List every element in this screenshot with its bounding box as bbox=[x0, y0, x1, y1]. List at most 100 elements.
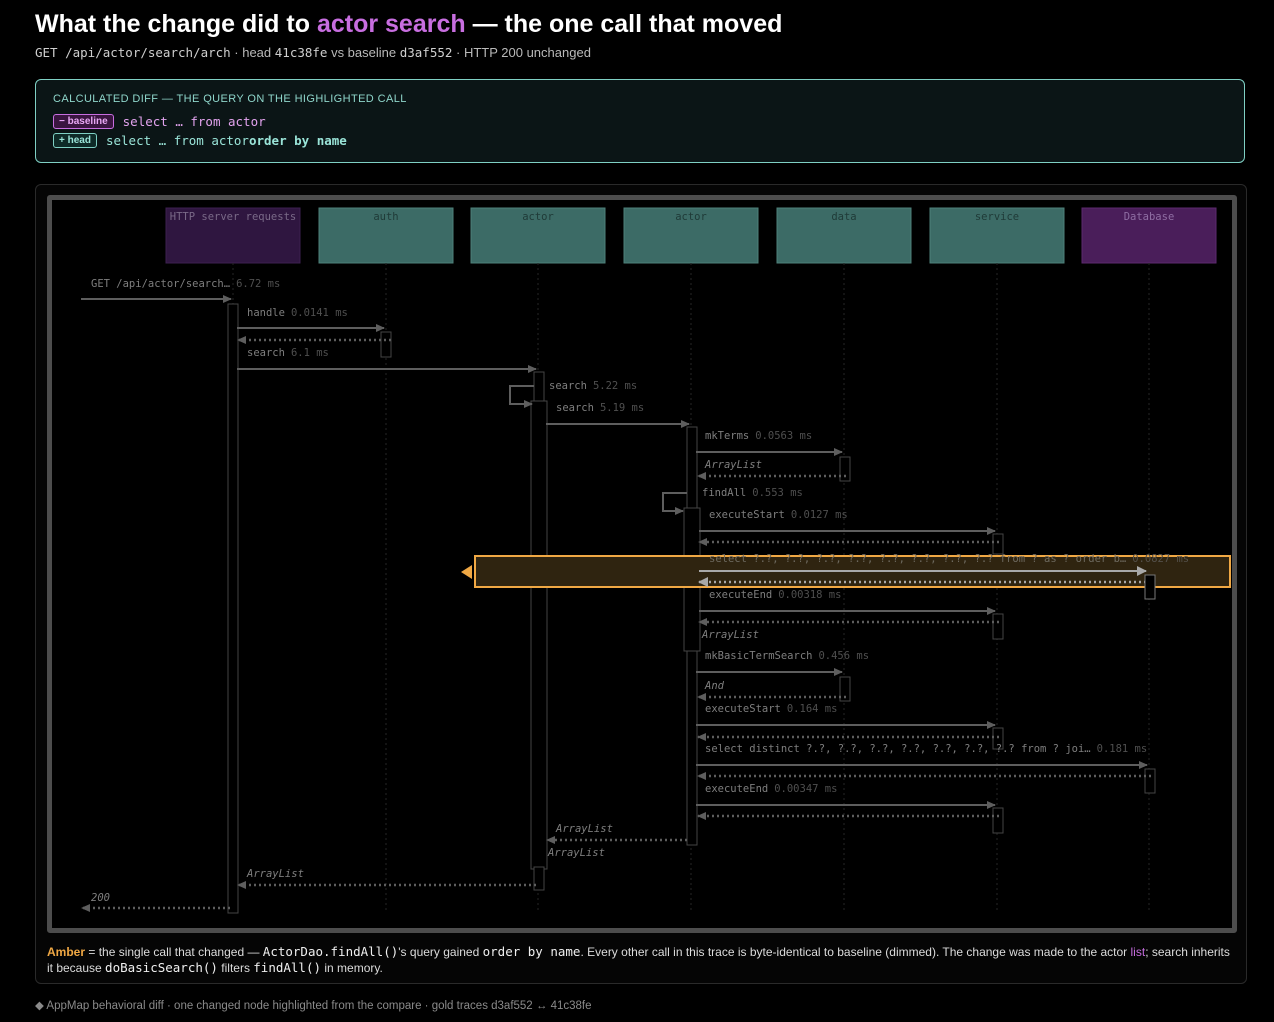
message-name-8: findAll bbox=[702, 487, 746, 499]
message-label-17[interactable]: executeEnd 0.00347 ms bbox=[705, 783, 837, 795]
message-name-12: ArrayList bbox=[701, 629, 759, 641]
diff-heading: CALCULATED DIFF — THE QUERY ON THE HIGHL… bbox=[53, 93, 407, 105]
lifeline-label-3: actor bbox=[522, 211, 554, 223]
footer: ◆ AppMap behavioral diff · one changed n… bbox=[35, 1000, 592, 1012]
lifeline-label-6: service bbox=[975, 211, 1019, 223]
message-name-4: search bbox=[549, 380, 587, 392]
activation-bar-5 bbox=[533, 866, 545, 891]
message-label-3[interactable]: search 6.1 ms bbox=[247, 347, 329, 359]
head-query-added: order by name bbox=[248, 132, 347, 148]
message-label-2[interactable]: handle 0.0141 ms bbox=[247, 307, 348, 319]
message-label-21[interactable]: 200 bbox=[91, 892, 110, 904]
lifeline-label-7: Database bbox=[1124, 211, 1175, 223]
baseline-badge: − baseline bbox=[53, 113, 114, 129]
message-time-1: 6.72 ms bbox=[236, 278, 280, 290]
message-name-21: 200 bbox=[91, 892, 110, 904]
self-call-arrow-4[interactable] bbox=[509, 385, 534, 408]
message-name-13: mkBasicTermSearch bbox=[705, 650, 812, 662]
activation-bar-14 bbox=[1144, 768, 1156, 794]
head-label: · head bbox=[230, 45, 275, 60]
message-name-20: ArrayList bbox=[246, 868, 304, 880]
message-label-9[interactable]: executeStart 0.0127 ms bbox=[709, 509, 848, 521]
message-name-11: executeEnd bbox=[709, 589, 772, 601]
message-name-16: select distinct ?.?, ?.?, ?.?, ?.?, ?.?,… bbox=[705, 743, 1091, 755]
diff-box: CALCULATED DIFF — THE QUERY ON THE HIGHL… bbox=[35, 79, 1245, 163]
message-label-15[interactable]: executeStart 0.164 ms bbox=[705, 703, 837, 715]
caption-text-5: filters bbox=[217, 961, 254, 975]
lifeline-label-4: actor bbox=[675, 211, 707, 223]
diagram-panel: HTTP server requests auth actor actor data se… bbox=[35, 184, 1247, 984]
message-name-17: executeEnd bbox=[705, 783, 768, 795]
message-label-7[interactable]: ArrayList bbox=[704, 459, 762, 471]
message-name-14: And bbox=[704, 680, 725, 692]
message-time-2: 0.0141 ms bbox=[291, 307, 348, 319]
lifeline-label-2: auth bbox=[373, 211, 398, 223]
head-query: select … from actor bbox=[105, 132, 249, 148]
message-label-19[interactable]: ArrayList bbox=[547, 847, 605, 859]
message-label-11[interactable]: executeEnd 0.00318 ms bbox=[709, 589, 841, 601]
route-path: GET /api/actor/search/arch bbox=[35, 45, 231, 60]
message-label-14[interactable]: And bbox=[704, 680, 725, 692]
message-label-8[interactable]: findAll 0.553 ms bbox=[702, 487, 803, 499]
message-label-6[interactable]: mkTerms 0.0563 ms bbox=[705, 430, 812, 442]
changed-call-time: 0.0827 ms bbox=[1132, 553, 1189, 565]
caption: Amber = the single call that changed — A… bbox=[47, 944, 1237, 976]
activation-bar-11 bbox=[992, 613, 1004, 640]
message-time-8: 0.553 ms bbox=[752, 487, 803, 499]
caption-link-list[interactable]: list bbox=[1131, 945, 1146, 959]
activation-bar-1 bbox=[227, 303, 239, 914]
title-suffix: — the one call that moved bbox=[465, 10, 783, 38]
message-name-15: executeStart bbox=[705, 703, 781, 715]
message-label-16[interactable]: select distinct ?.?, ?.?, ?.?, ?.?, ?.?,… bbox=[705, 743, 1147, 755]
message-time-16: 0.181 ms bbox=[1097, 743, 1148, 755]
message-label-20[interactable]: ArrayList bbox=[246, 868, 304, 880]
status-text: · HTTP 200 unchanged bbox=[452, 45, 591, 60]
lifeline-label-5: data bbox=[831, 211, 856, 223]
message-time-13: 0.456 ms bbox=[818, 650, 869, 662]
message-time-15: 0.164 ms bbox=[787, 703, 838, 715]
activation-bar-db-changed bbox=[1144, 574, 1156, 600]
self-call-arrow-8[interactable] bbox=[662, 492, 687, 515]
page-subtitle: GET /api/actor/search/arch · head 41c38f… bbox=[35, 45, 591, 60]
message-label-5[interactable]: search 5.19 ms bbox=[556, 402, 644, 414]
activation-bar-8 bbox=[839, 456, 851, 482]
message-time-9: 0.0127 ms bbox=[791, 509, 848, 521]
message-label-4[interactable]: search 5.22 ms bbox=[549, 380, 637, 392]
head-badge: + head bbox=[53, 132, 97, 148]
message-label-12[interactable]: ArrayList bbox=[701, 629, 759, 641]
message-label-1[interactable]: GET /api/actor/search… 6.72 ms bbox=[91, 278, 280, 290]
title-highlight: actor search bbox=[316, 10, 466, 38]
activation-bar-13 bbox=[992, 807, 1004, 834]
page-title: What the change did to actor search — th… bbox=[35, 10, 782, 39]
activation-bar-4 bbox=[530, 400, 548, 870]
caption-text-6: in memory. bbox=[321, 961, 383, 975]
message-label-18[interactable]: ArrayList bbox=[555, 823, 613, 835]
changed-call-sql: select ?.?, ?.?, ?.?, ?.?, ?.?, ?.?, ?.?… bbox=[709, 553, 1126, 565]
activation-bar-10 bbox=[992, 533, 1004, 555]
title-prefix: What the change did to bbox=[35, 10, 317, 38]
baseline-query: select … from actor bbox=[122, 113, 266, 129]
message-name-7: ArrayList bbox=[704, 459, 762, 471]
message-label-13[interactable]: mkBasicTermSearch 0.456 ms bbox=[705, 650, 869, 662]
diff-baseline-line: − baseline select … from actor bbox=[53, 113, 266, 129]
activation-bar-3 bbox=[533, 371, 545, 402]
message-time-5: 5.19 ms bbox=[600, 402, 644, 414]
highlight-pointer-icon bbox=[461, 565, 472, 579]
caption-code-findall: ActorDao.findAll() bbox=[262, 944, 399, 959]
caption-code-basic: doBasicSearch() bbox=[105, 960, 218, 975]
message-name-9: executeStart bbox=[709, 509, 785, 521]
message-name-2: handle bbox=[247, 307, 285, 319]
lifeline-label-1: HTTP server requests bbox=[170, 211, 296, 223]
diff-head-line: + head select … from actor order by name bbox=[53, 132, 347, 148]
caption-code-findall2: findAll() bbox=[253, 960, 322, 975]
changed-call-label[interactable]: select ?.?, ?.?, ?.?, ?.?, ?.?, ?.?, ?.?… bbox=[709, 553, 1189, 565]
sequence-diagram[interactable]: HTTP server requests auth actor actor data se… bbox=[47, 195, 1237, 933]
message-time-11: 0.00318 ms bbox=[778, 589, 841, 601]
activation-bar-2 bbox=[380, 331, 392, 358]
caption-text-1: = the single call that changed — bbox=[85, 945, 263, 959]
head-sha: 41c38fe bbox=[274, 45, 328, 60]
message-name-3: search bbox=[247, 347, 285, 359]
message-time-3: 6.1 ms bbox=[291, 347, 329, 359]
message-name-18: ArrayList bbox=[555, 823, 613, 835]
message-name-5: search bbox=[556, 402, 594, 414]
